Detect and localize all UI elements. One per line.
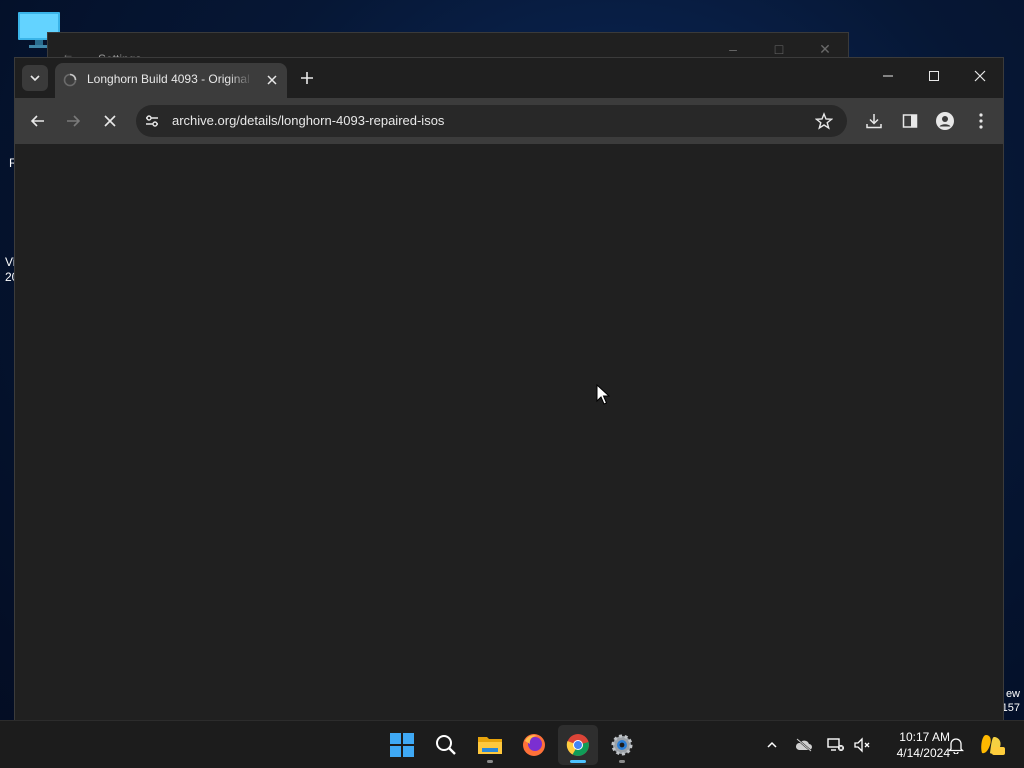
loading-spinner-icon — [63, 73, 77, 87]
gear-icon — [611, 734, 633, 756]
browser-toolbar: archive.org/details/longhorn-4093-repair… — [15, 98, 1003, 144]
volume-tray-button[interactable] — [852, 735, 872, 755]
avatar-icon — [936, 112, 954, 130]
taskbar-firefox[interactable] — [514, 725, 554, 765]
copilot-preview-button[interactable] — [980, 735, 1006, 755]
chrome-icon — [566, 734, 589, 756]
copilot-icon — [981, 735, 1005, 755]
tab-active[interactable]: Longhorn Build 4093 - Original — [55, 63, 287, 98]
windows-logo-icon — [390, 733, 414, 757]
side-panel-button[interactable] — [899, 110, 921, 132]
taskbar-clock[interactable]: 10:17 AM 4/14/2024 — [876, 729, 950, 761]
page-content-area[interactable] — [15, 144, 1003, 720]
taskbar: 10:17 AM 4/14/2024 — [0, 720, 1024, 768]
show-hidden-icons-button[interactable] — [762, 735, 782, 755]
onedrive-tray-button[interactable] — [794, 735, 814, 755]
browser-window: Longhorn Build 4093 - Original archive.o… — [14, 57, 1004, 720]
forward-arrow-icon — [67, 115, 81, 127]
kebab-menu-icon — [979, 113, 983, 129]
bell-icon — [948, 738, 964, 754]
search-button[interactable] — [426, 725, 466, 765]
url-text: archive.org/details/longhorn-4093-repair… — [172, 113, 445, 128]
bookmark-star-icon[interactable] — [815, 112, 833, 130]
downloads-button[interactable] — [863, 110, 885, 132]
tab-close-icon[interactable] — [264, 72, 280, 88]
clock-date: 4/14/2024 — [896, 746, 950, 760]
firefox-icon — [523, 734, 545, 756]
chevron-down-icon — [30, 75, 40, 82]
menu-button[interactable] — [970, 110, 992, 132]
address-bar[interactable]: archive.org/details/longhorn-4093-repair… — [136, 105, 847, 137]
running-indicator — [619, 760, 625, 763]
back-arrow-icon — [30, 115, 44, 127]
start-button[interactable] — [382, 725, 422, 765]
folder-icon — [478, 737, 502, 754]
tab-search-button[interactable] — [22, 65, 48, 91]
profile-button[interactable] — [934, 110, 956, 132]
download-icon — [866, 114, 882, 129]
network-tray-button[interactable] — [826, 735, 846, 755]
chevron-up-icon — [767, 741, 777, 748]
taskbar-file-explorer[interactable] — [470, 725, 510, 765]
tab-title: Longhorn Build 4093 - Original — [87, 72, 250, 86]
search-icon — [436, 735, 456, 755]
site-info-icon[interactable] — [144, 113, 160, 129]
running-indicator — [487, 760, 493, 763]
cloud-offline-icon — [795, 738, 812, 752]
speaker-muted-icon — [854, 737, 870, 753]
forward-button[interactable] — [62, 110, 84, 132]
mouse-cursor-icon — [596, 384, 610, 405]
stop-loading-button[interactable] — [99, 110, 121, 132]
minimize-button[interactable] — [865, 58, 911, 94]
back-button[interactable] — [27, 110, 49, 132]
new-tab-icon[interactable] — [298, 69, 316, 87]
taskbar-settings[interactable] — [602, 725, 642, 765]
clock-time: 10:17 AM — [899, 730, 950, 744]
side-panel-icon — [902, 114, 918, 128]
running-indicator — [570, 760, 586, 763]
close-icon — [104, 115, 116, 127]
network-icon — [827, 738, 844, 751]
close-button[interactable] — [957, 58, 1003, 94]
notifications-button[interactable] — [946, 735, 966, 755]
taskbar-chrome[interactable] — [558, 725, 598, 765]
tab-strip: Longhorn Build 4093 - Original — [15, 58, 1003, 98]
maximize-button[interactable] — [911, 58, 957, 94]
